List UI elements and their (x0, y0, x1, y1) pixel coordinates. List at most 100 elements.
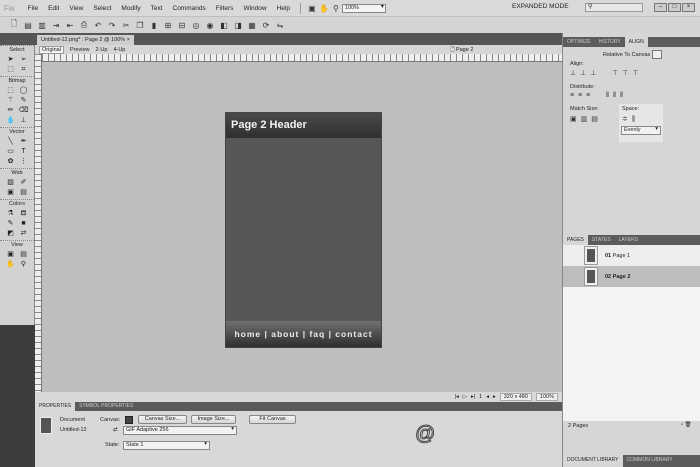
import-icon[interactable]: ⇥ (50, 19, 62, 31)
menu-file[interactable]: File (23, 5, 43, 12)
hand-tool-icon[interactable]: ✋ (6, 260, 15, 270)
page-nav[interactable]: home | about | faq | contact (226, 321, 381, 347)
stamp-tool-icon[interactable]: ⊥ (20, 116, 26, 126)
tab-4-up[interactable]: 4-Up (113, 47, 125, 53)
back-icon[interactable]: ◨ (232, 19, 244, 31)
eraser-tool-icon[interactable]: ⌫ (19, 106, 29, 116)
tab-layers[interactable]: LAYERS (615, 235, 642, 245)
status-zoom[interactable]: 100% (535, 393, 558, 401)
page-item-selected[interactable]: 02 Page 2 (563, 266, 700, 287)
first-frame-icon[interactable]: |◂ (455, 394, 459, 400)
align-buttons[interactable]: ⊥⊥⊥ ⊤⊤⊤ (570, 69, 642, 77)
search-input[interactable]: ⚲ (585, 3, 643, 12)
canvas-size-button[interactable]: Canvas Size... (138, 415, 187, 424)
menu-window[interactable]: Window (238, 5, 271, 12)
document-tab[interactable]: Untitled-12.png* : Page 2 @ 100% × (37, 35, 134, 45)
join-icon[interactable]: ◎ (190, 19, 202, 31)
full-screen-icon[interactable]: ▤ (20, 250, 27, 260)
zoom-select[interactable]: 100% (341, 3, 386, 13)
menu-help[interactable]: Help (272, 5, 295, 12)
tab-align[interactable]: ALIGN (624, 37, 648, 47)
save-icon[interactable]: ▥ (36, 19, 48, 31)
crop-tool-icon[interactable]: ⌗ (22, 65, 26, 75)
rectangle-tool-icon[interactable]: ▭ (7, 147, 14, 157)
new-page-icon[interactable]: ▫ 🗑 (681, 422, 691, 428)
match-size-buttons[interactable]: ▣▥▤ (570, 115, 602, 123)
blur-tool-icon[interactable]: 💧 (6, 116, 15, 126)
brush-tool-icon[interactable]: ✎ (21, 96, 27, 106)
close-button[interactable]: × (682, 3, 695, 12)
group-icon[interactable]: ⊞ (162, 19, 174, 31)
tab-history[interactable]: HISTORY (595, 37, 625, 47)
tab-symbol-properties[interactable]: SYMBOL PROPERTIES (75, 402, 137, 411)
state-select[interactable]: State 1 (123, 441, 210, 450)
knife-tool-icon[interactable]: ⋮ (20, 157, 27, 167)
hide-slices-icon[interactable]: ▣ (7, 188, 14, 198)
export-icon[interactable]: ⇤ (64, 19, 76, 31)
slice-tool-icon[interactable]: ✐ (21, 178, 27, 188)
zoom-icon[interactable]: ⚲ (330, 2, 342, 14)
menu-edit[interactable]: Edit (43, 5, 64, 12)
split-icon[interactable]: ◉ (204, 19, 216, 31)
ungroup-icon[interactable]: ⊟ (176, 19, 188, 31)
copy-icon[interactable]: ❐ (134, 19, 146, 31)
freeform-tool-icon[interactable]: ✿ (8, 157, 14, 167)
export-format-select[interactable]: GIF Adaptive 256 (123, 426, 237, 435)
print-icon[interactable]: ⎙ (78, 19, 90, 31)
menu-commands[interactable]: Commands (168, 5, 211, 12)
menu-modify[interactable]: Modify (116, 5, 145, 12)
standard-screen-icon[interactable]: ▣ (7, 250, 14, 260)
zoom-tool-icon[interactable]: ⚲ (21, 260, 26, 270)
menu-view[interactable]: View (64, 5, 88, 12)
tab-states[interactable]: STATES (588, 235, 615, 245)
minimize-button[interactable]: – (654, 3, 667, 12)
menu-select[interactable]: Select (88, 5, 116, 12)
page-item[interactable]: 01 Page 1 (563, 245, 700, 266)
tab-pages[interactable]: PAGES (563, 235, 588, 245)
stroke-color-icon[interactable]: ✎ (8, 219, 14, 229)
page-header[interactable]: Page 2 Header (226, 113, 381, 138)
canvas-color-swatch[interactable] (125, 416, 133, 424)
new-icon[interactable]: 🗋 (8, 19, 20, 31)
image-size-button[interactable]: Image Size... (191, 415, 236, 424)
tab-document-library[interactable]: DOCUMENT LIBRARY (563, 455, 623, 467)
subselect-tool-icon[interactable]: ➢ (21, 55, 27, 65)
tab-common-library[interactable]: COMMON LIBRARY (623, 455, 677, 467)
screen-mode-icon[interactable]: ▣ (306, 2, 318, 14)
menu-filters[interactable]: Filters (211, 5, 239, 12)
play-icon[interactable]: ▷ (463, 394, 467, 400)
text-tool-icon[interactable]: T (21, 147, 25, 157)
default-colors-icon[interactable]: ◩ (7, 229, 14, 239)
magic-wand-icon[interactable]: ⚚ (7, 96, 13, 106)
hotspot-tool-icon[interactable]: ▨ (7, 178, 14, 188)
tab-properties[interactable]: PROPERTIES (35, 402, 76, 411)
redo-icon[interactable]: ↷ (106, 19, 118, 31)
workspace-mode[interactable]: EXPANDED MODE (512, 3, 569, 10)
undo-icon[interactable]: ↶ (92, 19, 104, 31)
tab-preview[interactable]: Preview (70, 47, 90, 53)
line-tool-icon[interactable]: ╲ (8, 137, 12, 147)
distribute-buttons[interactable]: ≡≡≡ ⫴⫴⫴ (570, 92, 627, 100)
space-select[interactable]: Evenly (621, 126, 661, 135)
open-icon[interactable]: ▤ (22, 19, 34, 31)
rotate-icon[interactable]: ⟳ (260, 19, 272, 31)
next-frame-icon[interactable]: ▸ (493, 394, 496, 400)
tab-original[interactable]: Original (39, 45, 64, 54)
cut-icon[interactable]: ✂ (120, 19, 132, 31)
flip-icon[interactable]: ⇋ (274, 19, 286, 31)
maximize-button[interactable]: □ (668, 3, 681, 12)
menu-text[interactable]: Text (146, 5, 168, 12)
fit-canvas-button[interactable]: Fit Canvas (249, 415, 296, 424)
pointer-tool-icon[interactable]: ➤ (8, 55, 14, 65)
close-tab-icon[interactable]: × (127, 37, 130, 43)
pencil-tool-icon[interactable]: ✏ (8, 106, 14, 116)
relative-to-canvas-button[interactable] (652, 50, 662, 59)
lasso-tool-icon[interactable]: ◯ (20, 86, 28, 96)
space-buttons[interactable]: ≑⫼ (622, 115, 639, 124)
pen-tool-icon[interactable]: ✒ (21, 137, 27, 147)
show-slices-icon[interactable]: ▤ (20, 188, 27, 198)
paint-bucket-icon[interactable]: ⛾ (21, 209, 27, 219)
eyedropper-icon[interactable]: ⚗ (7, 209, 13, 219)
marquee-tool-icon[interactable]: ⬚ (7, 86, 14, 96)
tab-2-up[interactable]: 2-Up (96, 47, 108, 53)
